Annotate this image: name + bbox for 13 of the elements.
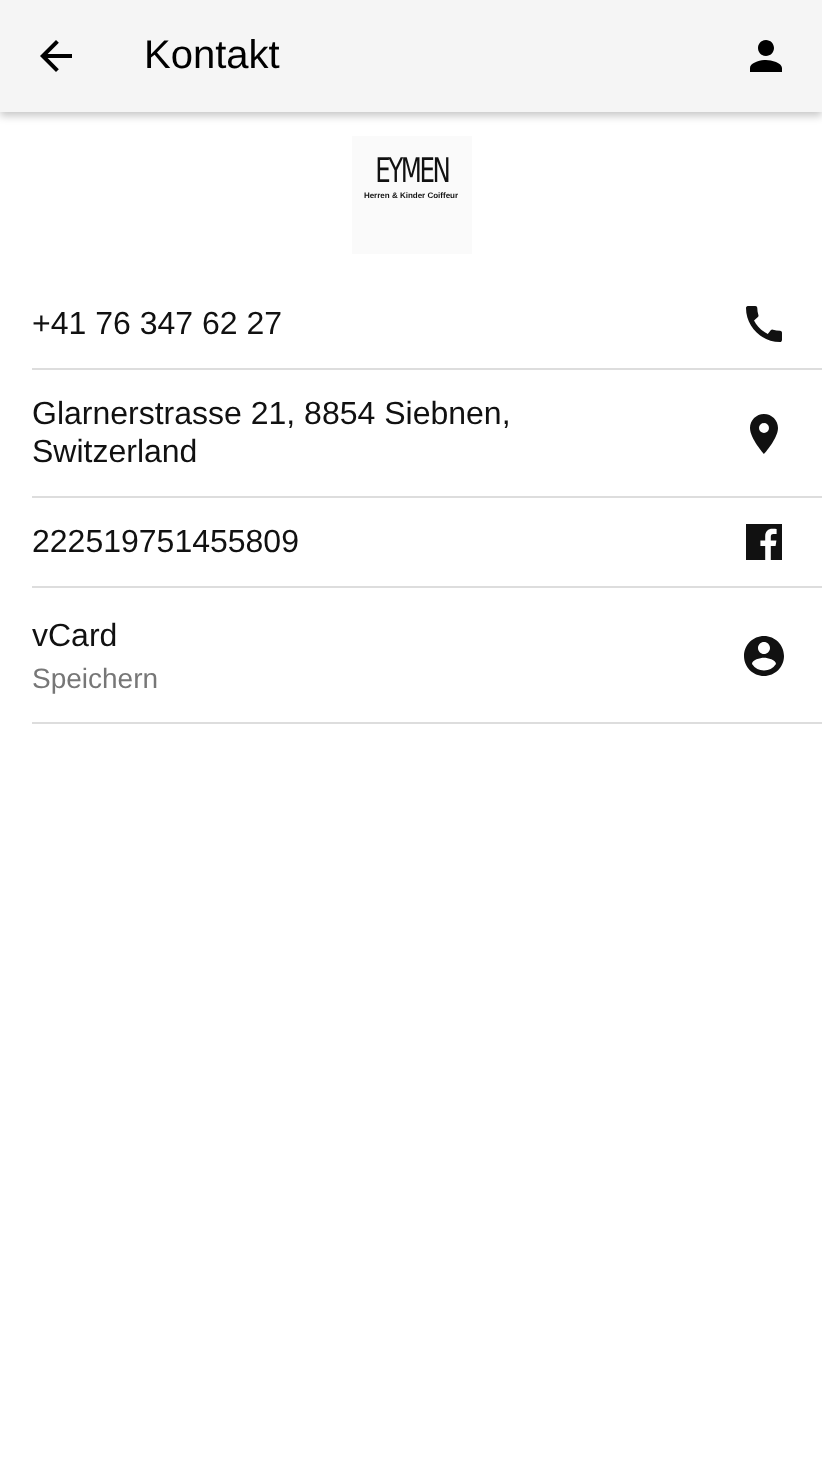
contact-text: Glarnerstrasse 21, 8854 Siebnen, Switzerland	[32, 395, 513, 471]
contact-row[interactable]: Glarnerstrasse 21, 8854 Siebnen, Switzerland	[32, 370, 822, 498]
logo-name: EYMEN	[374, 156, 448, 190]
contact-text: vCard	[32, 617, 120, 655]
screen-title: Kontakt	[144, 33, 280, 79]
contact-row[interactable]: 222519751455809	[32, 498, 822, 588]
contact-subtitle: Speichern	[32, 661, 159, 693]
contact-row[interactable]: vCard Speichern	[32, 588, 822, 724]
contact-row[interactable]: +41 76 347 62 27	[32, 280, 822, 370]
contact-text: +41 76 347 62 27	[32, 305, 283, 343]
phone-icon	[740, 300, 788, 348]
contact-text: 222519751455809	[32, 523, 299, 561]
facebook-icon	[740, 518, 788, 566]
